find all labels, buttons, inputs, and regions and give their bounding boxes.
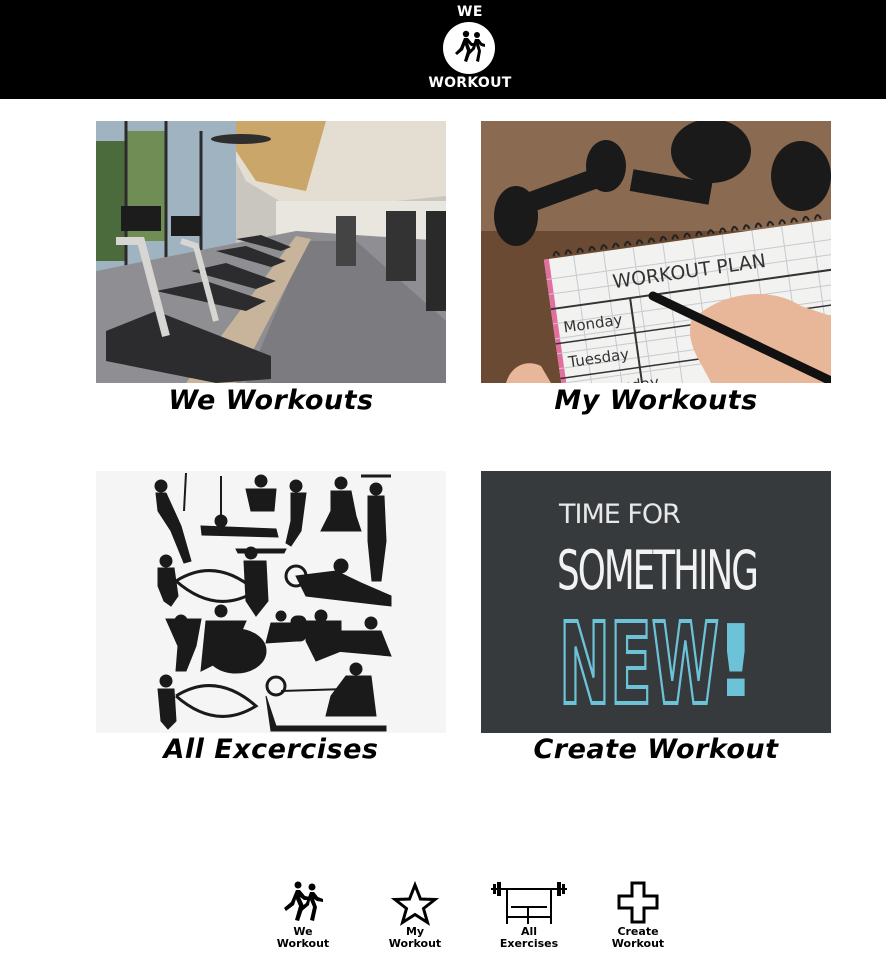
create-workout-card[interactable]: TIME FOR SOMETHING NEW ! Create Workout	[481, 471, 831, 765]
gym-treadmills-image	[96, 121, 446, 383]
plus-icon	[617, 881, 659, 924]
workout-plan-notebook-image: WORKOUT PLAN Monday Tuesday Wednesday	[481, 121, 831, 383]
app-header: WE WORKOUT	[0, 0, 886, 99]
nav-create-workout[interactable]: Create Workout	[598, 880, 678, 960]
nav-we-workout[interactable]: We Workout	[263, 880, 343, 960]
chalk-line-2: SOMETHING	[557, 539, 757, 602]
runners-icon	[284, 881, 323, 921]
chalk-line-3: NEW	[559, 600, 719, 730]
nav-my-workout[interactable]: My Workout	[375, 880, 455, 960]
nav-label: Create Workout	[611, 925, 665, 950]
chalk-line-1: TIME FOR	[558, 499, 680, 530]
star-icon	[390, 880, 440, 926]
runners-icon	[443, 22, 495, 74]
nav-label: We Workout	[276, 925, 330, 950]
card-title: We Workouts	[168, 385, 374, 416]
nav-label: My Workout	[388, 925, 442, 950]
exercise-silhouettes-image	[96, 471, 446, 733]
we-workouts-card[interactable]: We Workouts	[96, 121, 446, 416]
all-exercises-card[interactable]: All Excercises	[96, 471, 446, 765]
nav-label: All Exercises	[499, 925, 559, 950]
barbell-bench-icon	[491, 882, 567, 924]
my-workouts-card[interactable]: WORKOUT PLAN Monday Tuesday Wednesday My…	[481, 121, 831, 416]
card-title: Create Workout	[533, 734, 779, 765]
logo-bottom-text: WORKOUT	[428, 75, 512, 91]
we-workout-logo[interactable]: WE WORKOUT	[424, 4, 516, 94]
time-for-something-new-chalkboard-image: TIME FOR SOMETHING NEW !	[481, 471, 831, 733]
card-title: My Workouts	[554, 385, 758, 416]
card-title: All Excercises	[163, 734, 379, 765]
logo-top-text: WE	[456, 4, 483, 20]
nav-all-exercises[interactable]: All Exercises	[489, 880, 569, 960]
chalk-exclamation: !	[713, 603, 759, 720]
